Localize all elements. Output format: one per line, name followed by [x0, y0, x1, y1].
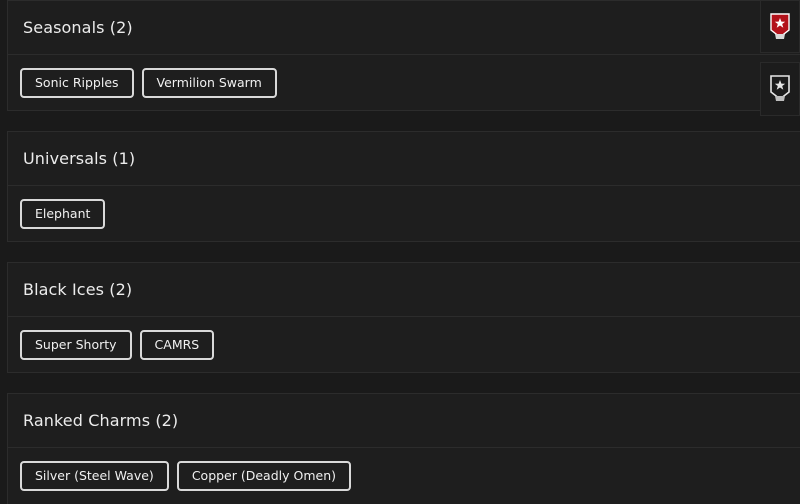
section-black-ices: Black Ices (2) Super Shorty CAMRS: [7, 262, 800, 373]
section-header: Black Ices (2): [8, 263, 800, 317]
section-header: Seasonals (2): [8, 1, 800, 55]
charms-panel: Seasonals (2) Sonic Ripples Vermilion Sw…: [0, 0, 800, 504]
section-title: Black Ices (2): [23, 280, 133, 299]
section-ranked-charms: Ranked Charms (2) Silver (Steel Wave) Co…: [7, 393, 800, 504]
tag-silver-steel-wave[interactable]: Silver (Steel Wave): [20, 460, 169, 491]
tag-list: Elephant: [8, 186, 800, 241]
tag-elephant[interactable]: Elephant: [20, 198, 106, 229]
red-banner-button[interactable]: [760, 0, 800, 53]
tag-list: Super Shorty CAMRS: [8, 317, 800, 372]
section-seasonals: Seasonals (2) Sonic Ripples Vermilion Sw…: [7, 0, 800, 111]
white-banner-icon: [770, 75, 790, 101]
section-title: Universals (1): [23, 149, 136, 168]
tag-camrs[interactable]: CAMRS: [139, 329, 215, 360]
section-title: Ranked Charms (2): [23, 411, 179, 430]
tag-list: Sonic Ripples Vermilion Swarm: [8, 55, 800, 110]
tag-sonic-ripples[interactable]: Sonic Ripples: [20, 67, 134, 98]
tag-vermilion-swarm[interactable]: Vermilion Swarm: [141, 67, 277, 98]
white-banner-button[interactable]: [760, 62, 800, 116]
section-universals: Universals (1) Elephant: [7, 131, 800, 242]
tag-super-shorty[interactable]: Super Shorty: [20, 329, 132, 360]
section-title: Seasonals (2): [23, 18, 133, 37]
tag-list: Silver (Steel Wave) Copper (Deadly Omen): [8, 448, 800, 503]
section-header: Universals (1): [8, 132, 800, 186]
section-header: Ranked Charms (2): [8, 394, 800, 448]
tag-copper-deadly-omen[interactable]: Copper (Deadly Omen): [176, 460, 351, 491]
red-banner-icon: [770, 12, 790, 39]
